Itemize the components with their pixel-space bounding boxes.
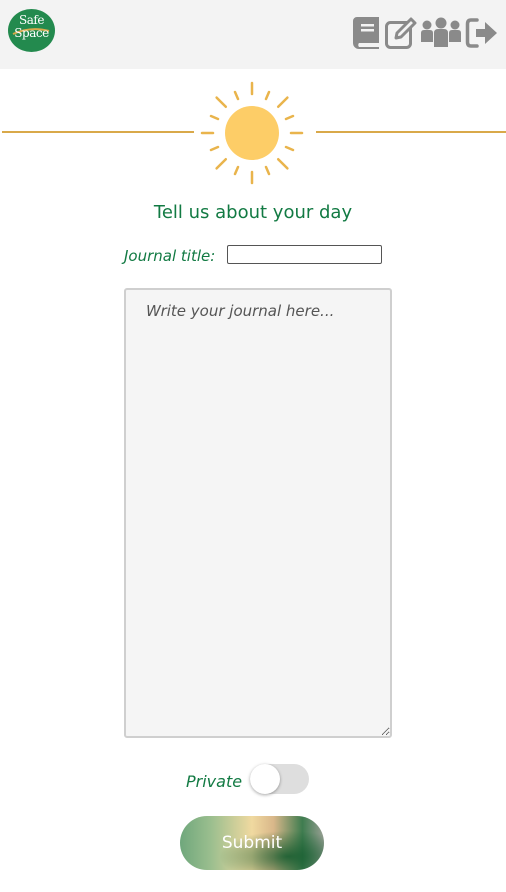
group-users-icon[interactable]	[420, 16, 462, 50]
edit-icon[interactable]	[384, 16, 417, 50]
safe-space-logo[interactable]: Safe Space	[8, 9, 55, 52]
page-heading: Tell us about your day	[153, 202, 353, 223]
private-toggle[interactable]	[250, 764, 309, 794]
journal-title-input[interactable]	[227, 245, 382, 264]
logo-text: Safe Space	[14, 13, 49, 40]
toggle-knob[interactable]	[250, 764, 280, 794]
logout-icon[interactable]	[465, 16, 499, 50]
journal-textarea[interactable]	[124, 288, 392, 738]
private-label: Private	[186, 772, 243, 791]
divider-left	[2, 131, 194, 133]
journal-book-icon[interactable]	[352, 16, 382, 50]
divider-right	[316, 131, 506, 133]
navbar: Safe Space	[0, 0, 506, 69]
sun-icon	[199, 80, 305, 186]
journal-title-label: Journal title:	[124, 247, 216, 265]
submit-button[interactable]: Submit	[180, 816, 324, 870]
